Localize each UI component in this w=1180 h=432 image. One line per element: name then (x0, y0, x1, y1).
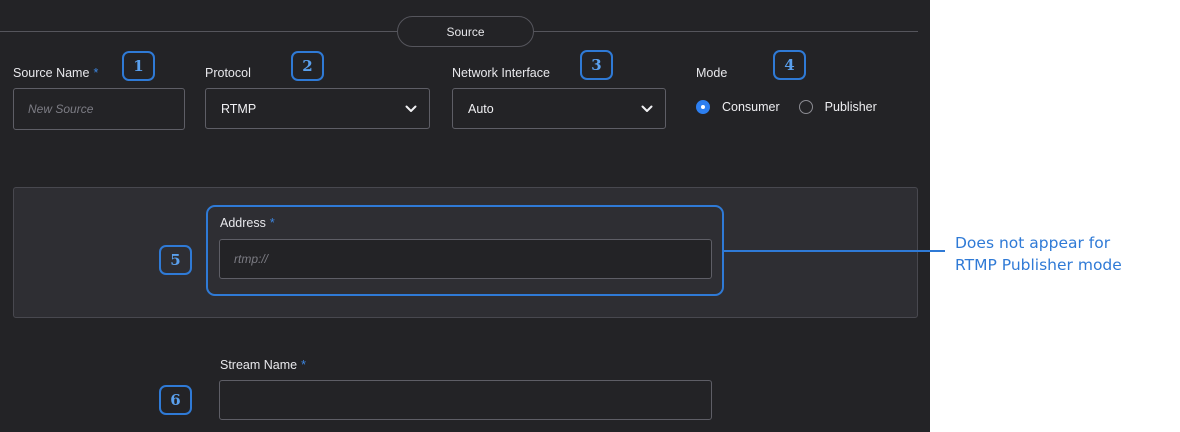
stream-name-input[interactable] (220, 381, 711, 419)
annotation-leader-line (724, 250, 945, 252)
stream-name-label: Stream Name * (220, 358, 306, 372)
annotation-line-2: RTMP Publisher mode (955, 256, 1122, 274)
section-divider-right (534, 31, 918, 32)
source-name-input[interactable] (14, 89, 184, 129)
mode-radio-group: Consumer Publisher (696, 97, 877, 117)
protocol-selected-value: RTMP (221, 101, 257, 116)
callout-badge-6: 6 (159, 385, 192, 415)
address-highlight-outline (206, 205, 724, 296)
network-interface-selected-value: Auto (468, 101, 494, 116)
source-name-label-text: Source Name (13, 66, 90, 80)
chevron-down-icon (641, 105, 653, 113)
annotation-line-1: Does not appear for (955, 234, 1111, 252)
mode-option-consumer-label: Consumer (722, 100, 780, 114)
required-asterisk: * (301, 358, 306, 372)
mode-label: Mode (696, 66, 728, 80)
mode-option-publisher[interactable]: Publisher (798, 100, 877, 114)
chevron-down-icon (405, 105, 417, 113)
source-name-label: Source Name * (13, 66, 98, 80)
section-title: Source (397, 16, 534, 47)
mode-option-publisher-label: Publisher (824, 100, 877, 114)
network-interface-select[interactable]: Auto (452, 88, 666, 129)
radio-unselected-icon[interactable] (798, 100, 813, 114)
callout-badge-4: 4 (773, 50, 806, 80)
radio-selected-icon[interactable] (696, 100, 710, 114)
annotation-note: Does not appear for RTMP Publisher mode (955, 232, 1122, 276)
source-name-field[interactable] (13, 88, 185, 130)
stream-name-field[interactable] (219, 380, 712, 420)
section-divider-left (0, 31, 397, 32)
required-asterisk: * (93, 66, 99, 80)
callout-badge-5: 5 (159, 245, 192, 275)
protocol-select[interactable]: RTMP (205, 88, 430, 129)
network-interface-label: Network Interface (452, 66, 550, 80)
callout-badge-2: 2 (291, 51, 324, 81)
stream-name-label-text: Stream Name (220, 358, 298, 372)
callout-badge-1: 1 (122, 51, 155, 81)
protocol-label: Protocol (205, 66, 251, 80)
mode-option-consumer[interactable]: Consumer (696, 100, 780, 114)
callout-badge-3: 3 (580, 50, 613, 80)
